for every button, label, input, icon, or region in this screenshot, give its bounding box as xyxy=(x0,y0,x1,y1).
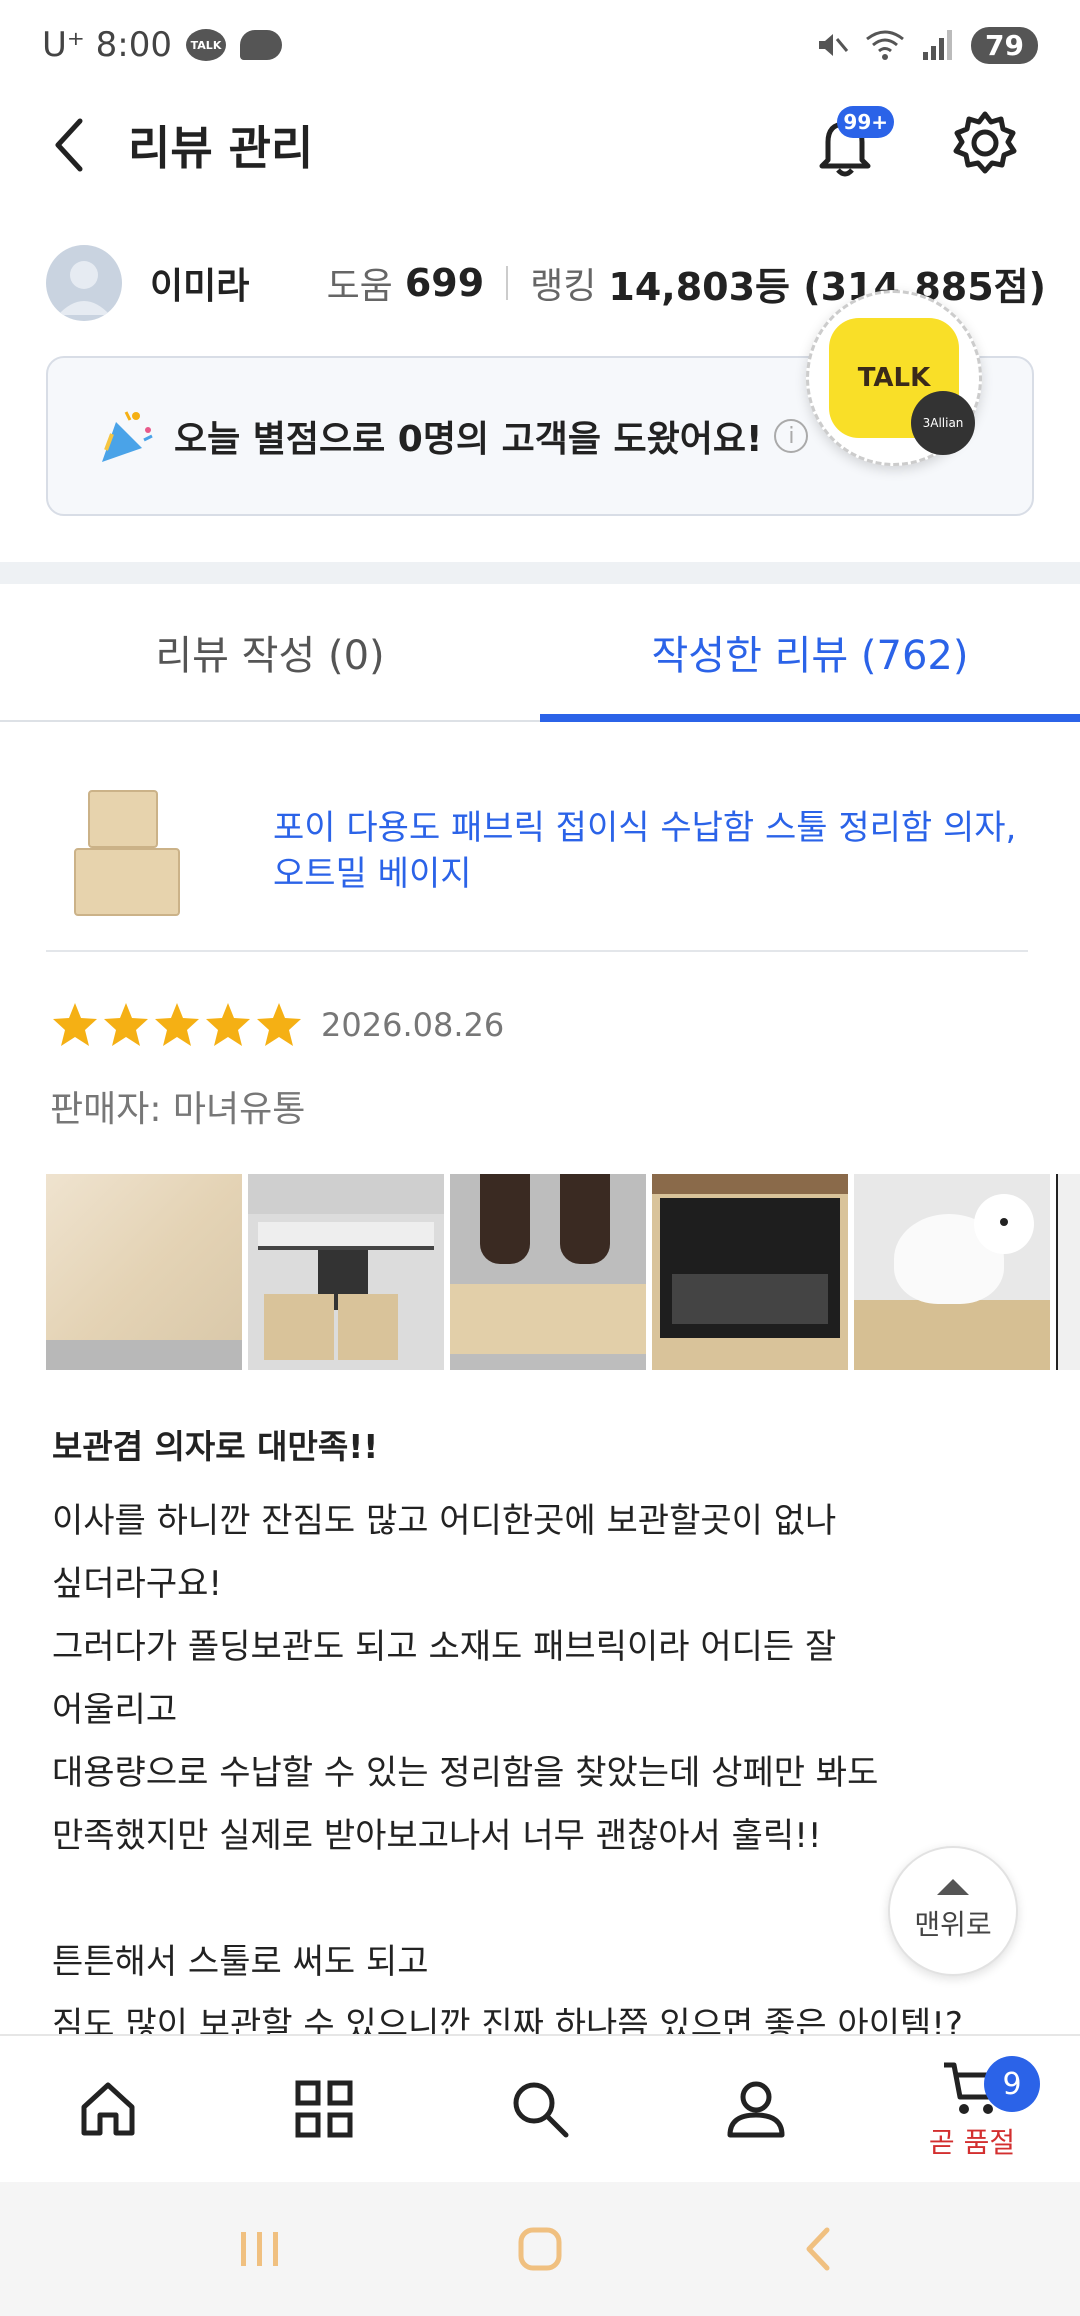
search-icon xyxy=(513,2082,569,2138)
scroll-to-top-label: 맨위로 xyxy=(914,1908,992,1941)
ranking-label: 랭킹 xyxy=(530,266,597,307)
settings-button[interactable] xyxy=(950,108,1020,182)
bottom-navigation: 9 곧 품절 xyxy=(0,2034,1080,2182)
user-name: 이미라 xyxy=(150,266,250,307)
banner-text: 오늘 별점으로 0명의 고객을 도왔어요! xyxy=(174,419,763,460)
home-icon xyxy=(81,2082,135,2136)
party-popper-icon xyxy=(102,411,153,462)
review-photo[interactable] xyxy=(450,1174,646,1370)
nav-my-page[interactable] xyxy=(648,2036,864,2182)
page-title: 리뷰 관리 xyxy=(128,121,314,175)
partner-logo: 3Allian xyxy=(911,391,975,455)
cart-count-badge: 9 xyxy=(984,2056,1040,2112)
gear-icon xyxy=(953,111,1017,174)
back-arrow-icon xyxy=(55,118,83,172)
back-system-icon[interactable] xyxy=(795,2224,845,2274)
status-bar: U⁺ 8:00 TALK 79 xyxy=(0,0,1080,90)
seller-name: 판매자: 마녀유통 xyxy=(50,1089,306,1130)
signal-icon xyxy=(923,30,953,60)
product-name[interactable]: 포이 다용도 패브릭 접이식 수납함 스툴 정리함 의자, 오트밀 베이지 xyxy=(273,805,1028,897)
carrier-time: U⁺ 8:00 xyxy=(42,25,172,65)
help-label: 도움 xyxy=(326,266,393,307)
review-photo[interactable] xyxy=(248,1174,444,1370)
back-button[interactable] xyxy=(40,115,100,175)
battery-indicator: 79 xyxy=(971,26,1038,64)
stats-divider xyxy=(506,266,509,300)
cloud-icon xyxy=(240,30,282,60)
review-photos xyxy=(46,1174,1080,1370)
star-icon xyxy=(206,1003,250,1046)
star-icon xyxy=(53,1003,97,1046)
header: 리뷰 관리 99+ xyxy=(0,90,1080,200)
recent-apps-icon[interactable] xyxy=(235,2224,285,2274)
info-icon[interactable]: i xyxy=(774,419,809,453)
star-icon xyxy=(257,1003,301,1046)
review-photo[interactable] xyxy=(854,1174,1050,1370)
review-photo[interactable] xyxy=(652,1174,848,1370)
star-icon xyxy=(104,1003,148,1046)
wifi-icon xyxy=(866,30,904,60)
section-divider xyxy=(0,562,1080,584)
person-icon xyxy=(727,2081,785,2138)
review-body: 이사를 하니깐 잔짐도 많고 어디한곳에 보관할곳이 없나 싶더라구요! 그러다… xyxy=(52,1501,963,2045)
cart-sold-out-label: 곧 품절 xyxy=(928,2126,1016,2159)
notification-badge: 99+ xyxy=(837,106,894,138)
scroll-to-top-button[interactable]: 맨위로 xyxy=(888,1846,1018,1976)
nav-cart[interactable]: 9 곧 품절 xyxy=(864,2036,1080,2182)
product-item[interactable]: 포이 다용도 패브릭 접이식 수납함 스툴 정리함 의자, 오트밀 베이지 xyxy=(46,752,1028,952)
review-photo[interactable] xyxy=(1056,1174,1080,1370)
notifications-button[interactable]: 99+ xyxy=(810,106,894,180)
help-count: 699 xyxy=(404,261,485,305)
review-photo[interactable] xyxy=(46,1174,242,1370)
kakaotalk-notification-icon: TALK xyxy=(186,29,226,61)
star-icon xyxy=(155,1003,199,1046)
review-rating: 2026.08.26 xyxy=(50,1000,504,1050)
product-thumbnail[interactable] xyxy=(74,776,223,926)
mute-icon xyxy=(819,34,849,56)
nav-search[interactable] xyxy=(432,2036,648,2182)
avatar xyxy=(46,245,122,321)
review-date: 2026.08.26 xyxy=(321,1006,505,1044)
tab-write-review[interactable]: 리뷰 작성 (0) xyxy=(0,584,540,720)
ranking-value: 14,803등 (314,885점) xyxy=(608,264,1046,309)
grid-icon xyxy=(295,2080,353,2138)
nav-home[interactable] xyxy=(0,2036,216,2182)
system-navigation xyxy=(0,2182,1080,2316)
tab-written-reviews[interactable]: 작성한 리뷰 (762) xyxy=(540,584,1080,722)
kakaotalk-chat-button[interactable]: TALK 3Allian xyxy=(806,290,982,466)
arrow-up-icon xyxy=(937,1879,969,1895)
home-system-icon[interactable] xyxy=(515,2224,565,2274)
default-avatar-icon xyxy=(58,261,110,315)
review-tabs: 리뷰 작성 (0) 작성한 리뷰 (762) xyxy=(0,584,1080,722)
nav-categories[interactable] xyxy=(216,2036,432,2182)
review-title: 보관겸 의자로 대만족!! xyxy=(52,1427,379,1466)
